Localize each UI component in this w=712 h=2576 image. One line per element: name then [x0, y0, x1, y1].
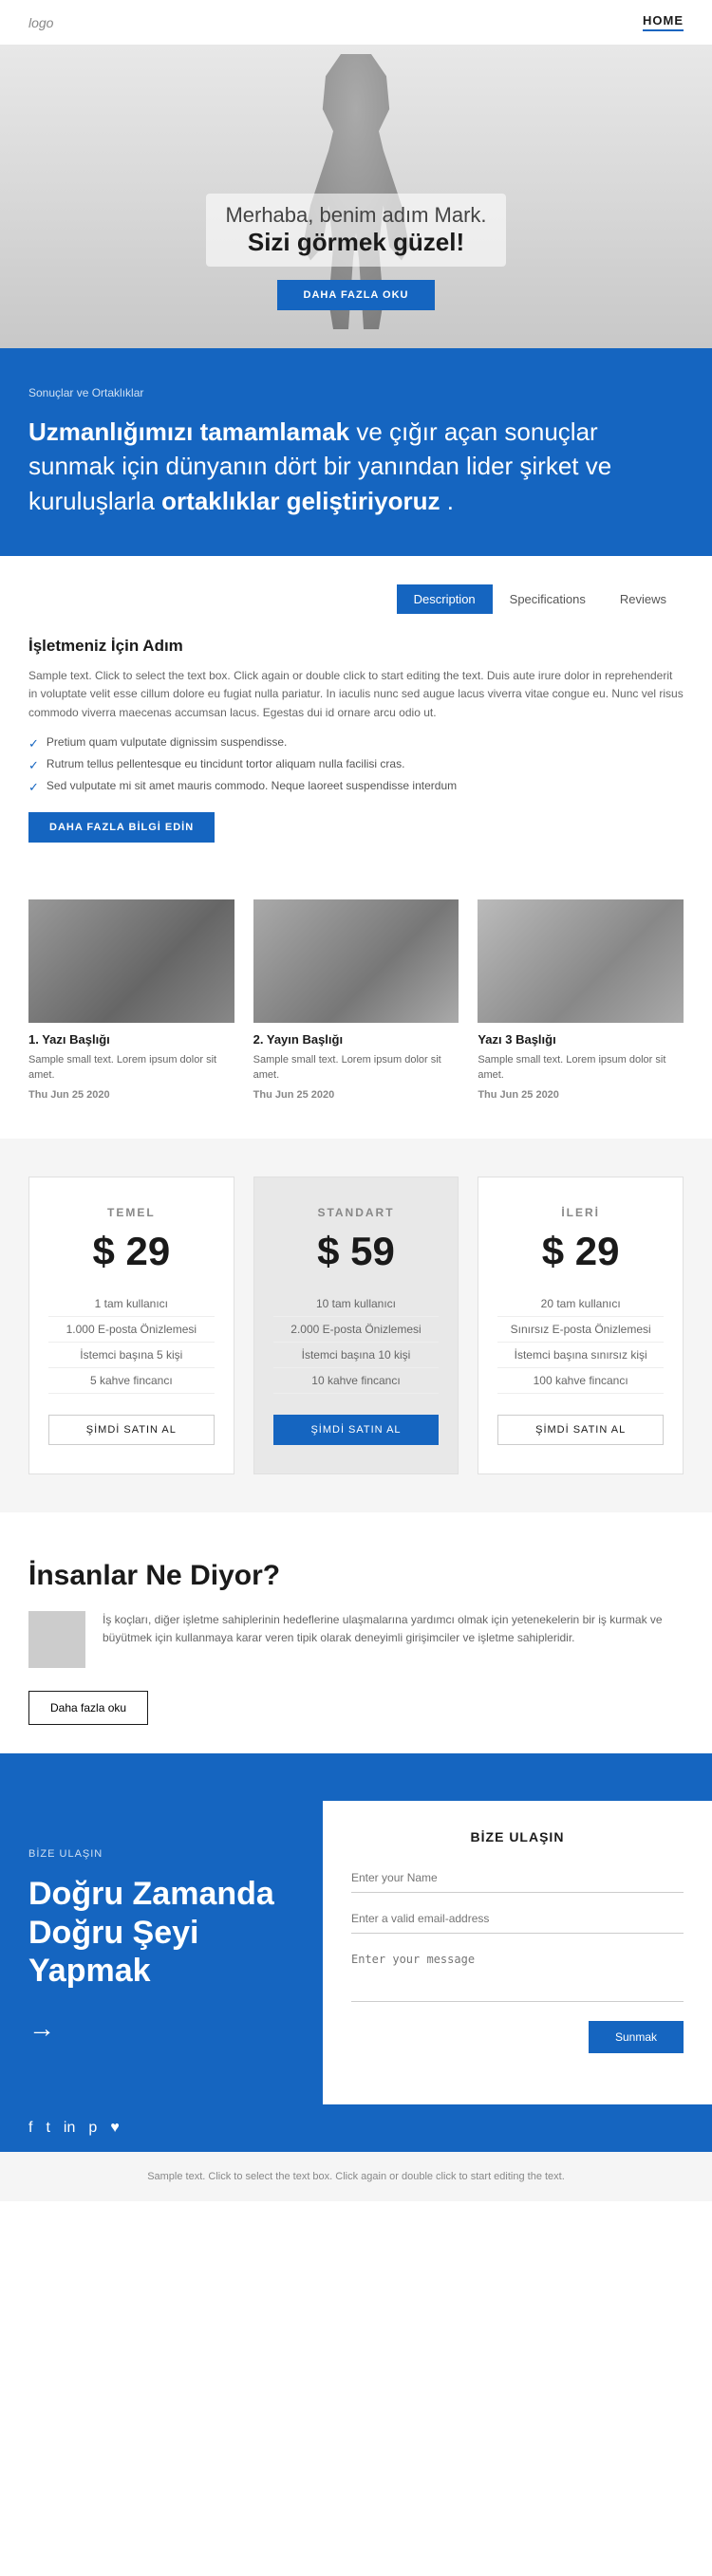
tab-specifications[interactable]: Specifications [493, 584, 603, 614]
check-item-1: ✓ Pretium quam vulputate dignissim suspe… [28, 735, 684, 751]
description-section: İşletmeniz İçin Adım Sample text. Click … [0, 637, 712, 899]
read-more-button[interactable]: Daha fazla oku [28, 1691, 148, 1725]
plan-button-standart[interactable]: ŞİMDİ SATIN AL [273, 1415, 440, 1445]
blog-grid: 1. Yazı Başlığı Sample small text. Lorem… [28, 899, 684, 1101]
arrow-icon: → [28, 2013, 294, 2044]
pricing-card-ileri: İLERİ $ 29 20 tam kullanıcı Sınırsız E-p… [478, 1177, 684, 1474]
blog-section: 1. Yazı Başlığı Sample small text. Lorem… [0, 899, 712, 1139]
blog-card-3: Yazı 3 Başlığı Sample small text. Lorem … [478, 899, 684, 1101]
hero-tagline: Sizi görmek güzel! [225, 228, 486, 257]
hero-section: Merhaba, benim adım Mark. Sizi görmek gü… [0, 45, 712, 348]
navbar: logo HOME [0, 0, 712, 45]
blog-date-1: Thu Jun 25 2020 [28, 1089, 234, 1101]
testimonial-body: İş koçları, diğer işletme sahiplerinin h… [28, 1611, 684, 1668]
hero-greeting: Merhaba, benim adım Mark. [225, 203, 486, 228]
social-dribbble-icon[interactable]: ♥ [110, 2120, 120, 2137]
blog-date-2: Thu Jun 25 2020 [253, 1089, 459, 1101]
learn-more-button[interactable]: DAHA FAZLA BİLGİ EDİN [28, 812, 215, 843]
tabs-bar-container: Description Specifications Reviews [0, 556, 712, 614]
contact-left: BİZE ULAŞIN Doğru Zamanda Doğru Şeyi Yap… [0, 1801, 323, 2104]
hero-text-block: Merhaba, benim adım Mark. Sizi görmek gü… [206, 194, 505, 267]
contact-title: Doğru Zamanda Doğru Şeyi Yapmak [28, 1875, 294, 1991]
plan-price-temel: $ 29 [48, 1229, 215, 1274]
blog-snippet-2: Sample small text. Lorem ipsum dolor sit… [253, 1052, 459, 1084]
tab-description[interactable]: Description [397, 584, 493, 614]
social-footer: f t in p ♥ [0, 2104, 712, 2152]
social-pinterest-icon[interactable]: p [88, 2120, 97, 2137]
plan-price-ileri: $ 29 [497, 1229, 664, 1274]
plan-name-standart: STANDART [273, 1206, 440, 1219]
blue-section-label: Sonuçlar ve Ortaklıklar [28, 386, 684, 399]
plan-price-standart: $ 59 [273, 1229, 440, 1274]
footer-bar: Sample text. Click to select the text bo… [0, 2152, 712, 2201]
submit-button[interactable]: Sunmak [589, 2021, 684, 2053]
testimonial-section: İnsanlar Ne Diyor? İş koçları, diğer işl… [0, 1512, 712, 1753]
check-icon-1: ✓ [28, 736, 39, 751]
contact-section: BİZE ULAŞIN Doğru Zamanda Doğru Şeyi Yap… [0, 1753, 712, 2104]
social-instagram-icon[interactable]: in [64, 2120, 75, 2137]
description-body: Sample text. Click to select the text bo… [28, 667, 684, 722]
blog-card-2: 2. Yayın Başlığı Sample small text. Lore… [253, 899, 459, 1101]
hero-cta-button[interactable]: DAHA FAZLA OKU [277, 280, 436, 310]
blog-snippet-1: Sample small text. Lorem ipsum dolor sit… [28, 1052, 234, 1084]
blue-section-text: Uzmanlığımızı tamamlamak ve çığır açan s… [28, 415, 684, 518]
footer-text: Sample text. Click to select the text bo… [147, 2171, 565, 2182]
contact-label: BİZE ULAŞIN [28, 1848, 294, 1860]
plan-button-ileri[interactable]: ŞİMDİ SATIN AL [497, 1415, 664, 1445]
tab-reviews[interactable]: Reviews [603, 584, 684, 614]
blog-date-3: Thu Jun 25 2020 [478, 1089, 684, 1101]
blog-title-1: 1. Yazı Başlığı [28, 1032, 234, 1047]
blog-image-1 [28, 899, 234, 1023]
blue-partners-section: Sonuçlar ve Ortaklıklar Uzmanlığımızı ta… [0, 348, 712, 556]
plan-button-temel[interactable]: ŞİMDİ SATIN AL [48, 1415, 215, 1445]
plan-name-temel: TEMEL [48, 1206, 215, 1219]
blog-image-3 [478, 899, 684, 1023]
pricing-card-temel: TEMEL $ 29 1 tam kullanıcı 1.000 E-posta… [28, 1177, 234, 1474]
blog-snippet-3: Sample small text. Lorem ipsum dolor sit… [478, 1052, 684, 1084]
tabs-bar: Description Specifications Reviews [28, 584, 684, 614]
plan-features-ileri: 20 tam kullanıcı Sınırsız E-posta Önizle… [497, 1291, 664, 1394]
blog-card-1: 1. Yazı Başlığı Sample small text. Lorem… [28, 899, 234, 1101]
blog-image-2 [253, 899, 459, 1023]
social-twitter-icon[interactable]: t [46, 2120, 49, 2137]
plan-name-ileri: İLERİ [497, 1206, 664, 1219]
nav-home-link[interactable]: HOME [643, 13, 684, 31]
contact-email-input[interactable] [351, 1904, 684, 1934]
check-item-2: ✓ Rutrum tellus pellentesque eu tincidun… [28, 757, 684, 773]
contact-form-title: BİZE ULAŞIN [351, 1829, 684, 1844]
testimonial-title: İnsanlar Ne Diyor? [28, 1560, 684, 1592]
pricing-section: TEMEL $ 29 1 tam kullanıcı 1.000 E-posta… [0, 1139, 712, 1512]
blog-title-2: 2. Yayın Başlığı [253, 1032, 459, 1047]
social-facebook-icon[interactable]: f [28, 2120, 32, 2137]
contact-form: BİZE ULAŞIN Sunmak [323, 1801, 712, 2104]
testimonial-avatar [28, 1611, 85, 1668]
contact-name-input[interactable] [351, 1863, 684, 1893]
pricing-card-standart: STANDART $ 59 10 tam kullanıcı 2.000 E-p… [253, 1177, 459, 1474]
description-title: İşletmeniz İçin Adım [28, 637, 684, 656]
check-list: ✓ Pretium quam vulputate dignissim suspe… [28, 735, 684, 795]
blog-title-3: Yazı 3 Başlığı [478, 1032, 684, 1047]
plan-features-temel: 1 tam kullanıcı 1.000 E-posta Önizlemesi… [48, 1291, 215, 1394]
plan-features-standart: 10 tam kullanıcı 2.000 E-posta Önizlemes… [273, 1291, 440, 1394]
testimonial-text: İş koçları, diğer işletme sahiplerinin h… [103, 1611, 684, 1647]
check-icon-3: ✓ [28, 780, 39, 795]
logo: logo [28, 15, 53, 30]
check-item-3: ✓ Sed vulputate mi sit amet mauris commo… [28, 779, 684, 795]
contact-message-input[interactable] [351, 1945, 684, 2002]
check-icon-2: ✓ [28, 758, 39, 773]
pricing-grid: TEMEL $ 29 1 tam kullanıcı 1.000 E-posta… [28, 1177, 684, 1474]
